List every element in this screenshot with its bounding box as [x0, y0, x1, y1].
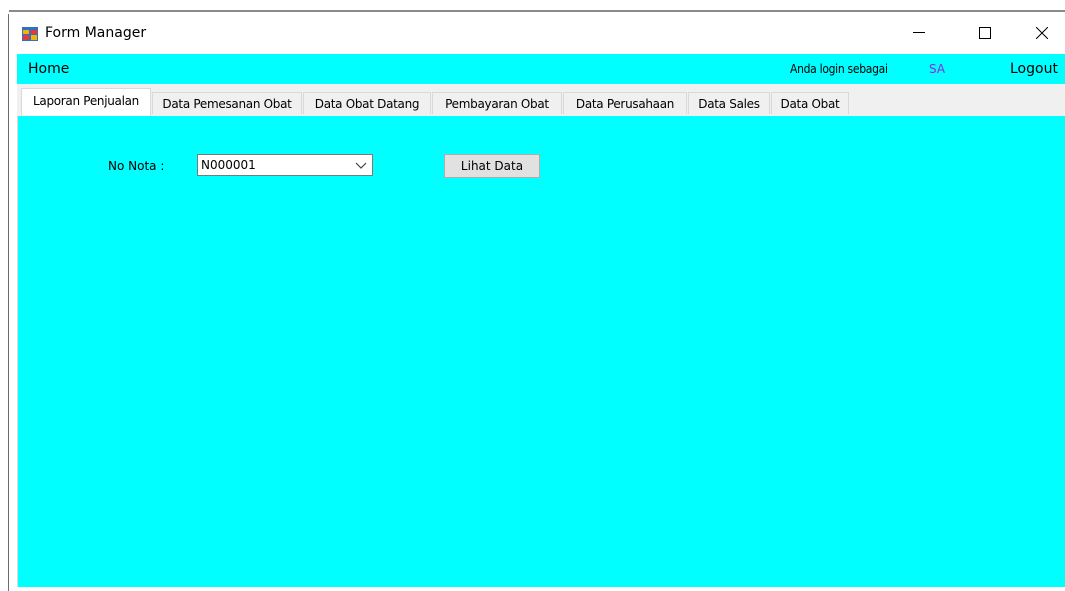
- login-label: Anda login sebagai: [790, 62, 888, 76]
- background-window-edge: [0, 0, 9, 591]
- menu-home[interactable]: Home: [28, 61, 69, 77]
- close-button[interactable]: [1019, 12, 1065, 54]
- no-nota-value: N000001: [201, 158, 256, 172]
- form-manager-window: Form Manager Home Anda login sebagai SA …: [9, 12, 1065, 591]
- no-nota-label: No Nota :: [108, 159, 165, 173]
- tab-pembayaran-obat[interactable]: Pembayaran Obat: [432, 92, 562, 114]
- menu-logout[interactable]: Logout: [1010, 61, 1058, 77]
- title-bar[interactable]: Form Manager: [9, 12, 1065, 54]
- tab-page-laporan-penjualan: No Nota : N000001 Lihat Data: [17, 116, 1065, 587]
- window-bottom-border: [17, 587, 1065, 591]
- lihat-data-button[interactable]: Lihat Data: [444, 154, 540, 178]
- tab-data-obat[interactable]: Data Obat: [771, 92, 849, 114]
- tab-laporan-penjualan[interactable]: Laporan Penjualan: [21, 88, 151, 116]
- tab-strip: Laporan Penjualan Data Pemesanan Obat Da…: [17, 84, 1065, 116]
- maximize-button[interactable]: [962, 12, 1008, 54]
- app-form-icon: [22, 27, 38, 41]
- tab-data-obat-datang[interactable]: Data Obat Datang: [303, 92, 431, 114]
- tab-data-perusahaan[interactable]: Data Perusahaan: [563, 92, 687, 114]
- minimize-icon: [913, 32, 925, 34]
- tab-data-sales[interactable]: Data Sales: [688, 92, 770, 114]
- menu-bar: Home Anda login sebagai SA Logout: [17, 54, 1065, 84]
- chevron-down-icon[interactable]: [354, 159, 368, 171]
- no-nota-combobox[interactable]: N000001: [197, 154, 373, 176]
- window-title: Form Manager: [45, 25, 147, 41]
- minimize-button[interactable]: [896, 12, 942, 54]
- maximize-icon: [979, 27, 991, 39]
- login-username: SA: [929, 62, 946, 76]
- tab-data-pemesanan-obat[interactable]: Data Pemesanan Obat: [152, 92, 302, 114]
- close-icon: [1036, 27, 1048, 39]
